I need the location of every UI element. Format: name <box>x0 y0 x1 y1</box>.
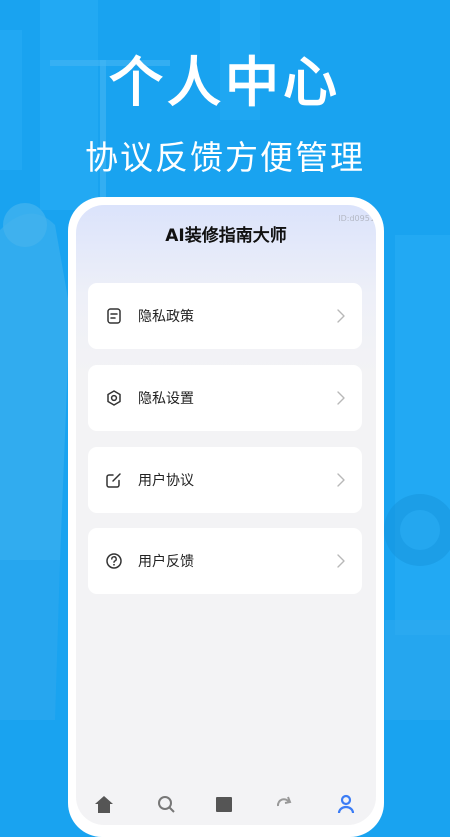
menu-item-label: 用户反馈 <box>138 554 194 570</box>
menu-item-user-agreement[interactable]: 用户协议 <box>88 447 362 513</box>
home-icon[interactable] <box>94 794 114 814</box>
app-screen: AI装修指南大师 ID:d09514 隐私政策 隐私设置 用户协议 用户反馈 <box>76 205 376 825</box>
menu-item-label: 隐私设置 <box>138 391 194 407</box>
promo-headline: 个人中心 <box>109 51 341 114</box>
chevron-right-icon <box>337 554 345 568</box>
rotate-icon[interactable] <box>274 794 294 814</box>
document-icon <box>107 308 121 324</box>
settings-icon <box>107 390 121 406</box>
menu-item-label: 隐私政策 <box>138 309 194 325</box>
profile-icon[interactable] <box>336 794 356 814</box>
chevron-right-icon <box>337 391 345 405</box>
promo-subline: 协议反馈方便管理 <box>85 138 365 177</box>
chevron-right-icon <box>337 473 345 487</box>
search-icon[interactable] <box>156 794 176 814</box>
help-icon <box>106 553 122 569</box>
bottom-tab-bar <box>76 790 376 825</box>
menu-item-privacy-policy[interactable]: 隐私政策 <box>88 283 362 349</box>
chevron-right-icon <box>337 309 345 323</box>
menu-item-privacy-settings[interactable]: 隐私设置 <box>88 365 362 431</box>
square-icon[interactable] <box>214 794 234 814</box>
edit-icon <box>106 473 121 488</box>
app-id-label: ID:d09514 <box>338 214 376 223</box>
app-title: AI装修指南大师 <box>165 226 287 246</box>
menu-item-user-feedback[interactable]: 用户反馈 <box>88 528 362 594</box>
menu-item-label: 用户协议 <box>138 473 194 489</box>
